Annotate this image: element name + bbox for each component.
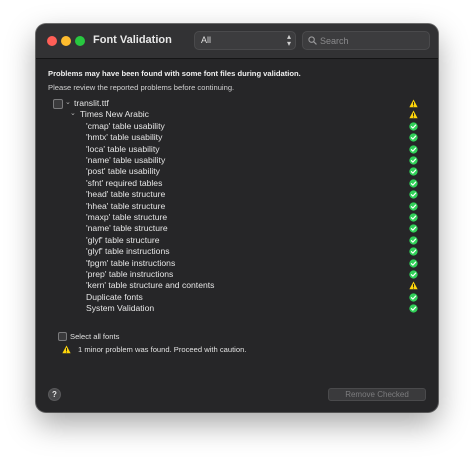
file-checkbox[interactable]: [53, 99, 63, 109]
checkmark-icon: [409, 122, 418, 131]
file-label: translit.ttf: [74, 98, 109, 108]
checkmark-icon: [409, 304, 418, 313]
checkmark-icon: [409, 270, 418, 279]
font-label: Times New Arabic: [80, 109, 149, 120]
search-icon: [308, 36, 317, 45]
remove-checked-button[interactable]: Remove Checked: [328, 388, 426, 401]
check-row[interactable]: 'fpgm' table instructions: [36, 258, 438, 269]
scope-select-value: All: [201, 35, 212, 45]
check-label: 'fpgm' table instructions: [86, 257, 176, 268]
warning-icon: [409, 281, 418, 290]
check-row[interactable]: 'glyf' table instructions: [36, 246, 438, 257]
window-title: Font Validation: [93, 34, 172, 46]
title-bar: Font Validation All ▴ ▾: [36, 24, 438, 59]
check-row[interactable]: 'hmtx' table usability: [36, 132, 438, 143]
checkmark-icon: [409, 258, 418, 268]
checkmark-icon: [409, 224, 418, 234]
check-label: 'prep' table instructions: [86, 269, 174, 279]
problems-subtext: Please review the reported problems befo…: [48, 83, 235, 92]
problems-headline: Problems may have been found with some f…: [48, 69, 301, 78]
check-label: 'name' table usability: [86, 155, 166, 165]
check-label: 'kern' table structure and contents: [86, 280, 215, 291]
warning-icon: [409, 110, 418, 119]
check-row[interactable]: 'head' table structure: [36, 189, 438, 200]
check-label: 'name' table structure: [86, 223, 168, 234]
check-label: 'post' table usability: [86, 166, 160, 177]
help-button[interactable]: ?: [48, 388, 61, 401]
check-label: System Validation: [86, 303, 155, 314]
check-row[interactable]: System Validation: [36, 303, 438, 314]
check-label: 'maxp' table structure: [86, 212, 168, 222]
zoom-window-button[interactable]: [75, 36, 85, 46]
checkmark-icon: [409, 247, 418, 256]
checkmark-icon: [409, 133, 418, 142]
check-label: 'hmtx' table usability: [86, 132, 163, 143]
check-row[interactable]: 'hhea' table structure: [36, 201, 438, 212]
check-row[interactable]: 'kern' table structure and contents: [36, 280, 438, 291]
check-label: 'loca' table usability: [86, 143, 160, 154]
checkmark-icon: [409, 293, 418, 302]
disclosure-chevron-icon[interactable]: ⌄: [70, 109, 76, 117]
disclosure-chevron-icon[interactable]: ⌄: [65, 98, 71, 106]
tree-row-file[interactable]: ⌄ translit.ttf: [36, 98, 438, 109]
check-row[interactable]: 'name' table usability: [36, 155, 438, 166]
check-row[interactable]: 'cmap' table usability: [36, 121, 438, 132]
check-row[interactable]: 'name' table structure: [36, 223, 438, 234]
scope-select[interactable]: All ▴ ▾: [194, 31, 296, 50]
warning-icon: [409, 99, 418, 108]
check-row[interactable]: 'post' table usability: [36, 166, 438, 177]
warning-icon: [62, 345, 71, 354]
check-label: 'head' table structure: [86, 189, 166, 200]
checkmark-icon: [409, 201, 418, 211]
check-row[interactable]: 'sfnt' required tables: [36, 178, 438, 189]
check-row[interactable]: Duplicate fonts: [36, 292, 438, 303]
check-label: 'glyf' table structure: [86, 234, 160, 245]
select-all-label: Select all fonts: [70, 332, 120, 341]
check-row[interactable]: 'glyf' table structure: [36, 235, 438, 246]
checkmark-icon: [409, 190, 418, 199]
check-row[interactable]: 'prep' table instructions: [36, 269, 438, 280]
check-label: 'hhea' table structure: [86, 200, 166, 211]
check-row[interactable]: 'loca' table usability: [36, 144, 438, 155]
font-validation-window: Font Validation All ▴▾ Problems may have…: [36, 24, 438, 412]
check-label: 'cmap' table usability: [86, 120, 165, 131]
chevron-up-down-icon: ▴ ▾: [286, 32, 291, 48]
search-input[interactable]: [320, 33, 424, 48]
checkmark-icon: [409, 213, 418, 222]
checkmark-icon: [409, 179, 418, 188]
minimize-window-button[interactable]: [61, 36, 71, 46]
close-window-button[interactable]: [47, 36, 57, 46]
search-field[interactable]: [302, 31, 430, 50]
summary-text: 1 minor problem was found. Proceed with …: [78, 345, 247, 354]
check-label: Duplicate fonts: [86, 291, 143, 302]
select-all-checkbox[interactable]: [58, 332, 67, 341]
check-label: 'glyf' table instructions: [86, 246, 170, 257]
check-label: 'sfnt' required tables: [86, 177, 163, 188]
checkmark-icon: [409, 236, 418, 245]
check-row[interactable]: 'maxp' table structure: [36, 212, 438, 223]
checkmark-icon: [409, 144, 418, 154]
checkmark-icon: [409, 156, 418, 165]
tree-row-font[interactable]: ⌄ Times New Arabic: [36, 109, 438, 120]
checkmark-icon: [409, 167, 418, 177]
